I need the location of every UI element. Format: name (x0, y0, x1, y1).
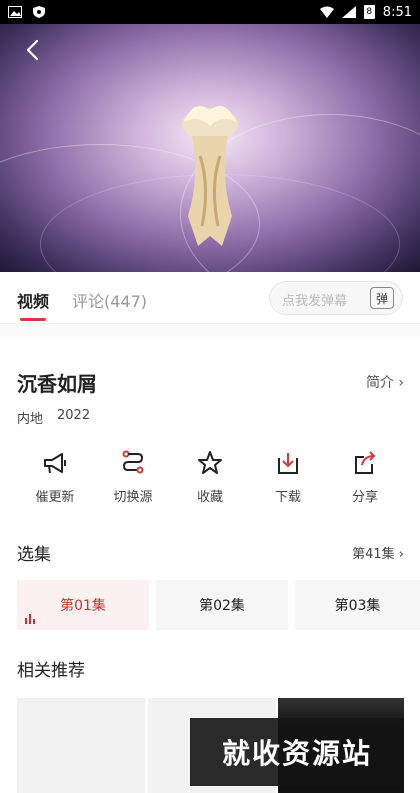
section-divider (0, 325, 420, 337)
episodes-title: 选集 (17, 545, 51, 565)
active-tab-indicator (20, 318, 46, 321)
episode-item-01[interactable]: 第01集 (17, 580, 149, 630)
episode-label: 第01集 (60, 598, 106, 614)
wifi-icon (319, 6, 334, 18)
danmaku-input[interactable]: 点我发弹幕 (282, 290, 347, 309)
download-label: 下载 (274, 490, 301, 505)
lotus-artwork (182, 106, 238, 246)
watermark-text: 就收资源站 (221, 737, 372, 770)
playing-bars-icon (25, 614, 35, 624)
back-button[interactable] (18, 36, 46, 64)
episode-label: 第02集 (199, 598, 245, 614)
show-region: 内地 (17, 412, 44, 427)
download-icon (278, 453, 298, 474)
related-title: 相关推荐 (17, 661, 85, 681)
tab-video[interactable]: 视频 (17, 288, 49, 312)
battery-icon: 8 (363, 5, 375, 19)
urge-update-button[interactable]: 催更新 (16, 450, 94, 505)
share-button[interactable]: 分享 (326, 450, 404, 505)
megaphone-icon (44, 453, 66, 474)
switch-source-button[interactable]: 切换源 (94, 450, 172, 505)
danmaku-input-box[interactable]: 点我发弹幕 弹 (269, 281, 403, 315)
episode-item-02[interactable]: 第02集 (156, 580, 288, 630)
show-meta: 内地 2022 (17, 408, 90, 427)
video-player[interactable] (0, 24, 420, 272)
watermark-overlay: 就收资源站 (190, 718, 404, 786)
download-button[interactable]: 下载 (249, 450, 327, 505)
danmaku-toggle-button[interactable]: 弹 (370, 287, 394, 309)
show-title: 沉香如屑 (17, 372, 97, 396)
chevron-left-icon (26, 39, 39, 61)
episodes-all-link[interactable]: 第41集 › (352, 543, 404, 562)
favorite-button[interactable]: 收藏 (171, 450, 249, 505)
intro-link[interactable]: 简介 › (366, 372, 404, 392)
related-card[interactable] (17, 698, 145, 793)
switch-source-icon (122, 450, 144, 474)
episode-label: 第03集 (334, 598, 381, 614)
shield-icon (33, 6, 45, 18)
share-label: 分享 (351, 490, 378, 505)
urge-update-label: 催更新 (35, 490, 75, 505)
status-time: 8:51 (382, 4, 412, 20)
status-bar: 8 8:51 (0, 0, 420, 24)
episode-item-03[interactable]: 第03集 (295, 580, 420, 630)
switch-source-label: 切换源 (113, 490, 153, 505)
signal-icon (341, 6, 356, 18)
action-row: 催更新 切换源 收藏 下载 分享 (0, 450, 420, 520)
gallery-icon (8, 6, 22, 18)
favorite-label: 收藏 (196, 490, 223, 505)
tab-comments[interactable]: 评论(447) (72, 288, 147, 312)
star-icon (198, 451, 222, 474)
share-icon (355, 451, 376, 474)
show-year: 2022 (57, 408, 91, 423)
